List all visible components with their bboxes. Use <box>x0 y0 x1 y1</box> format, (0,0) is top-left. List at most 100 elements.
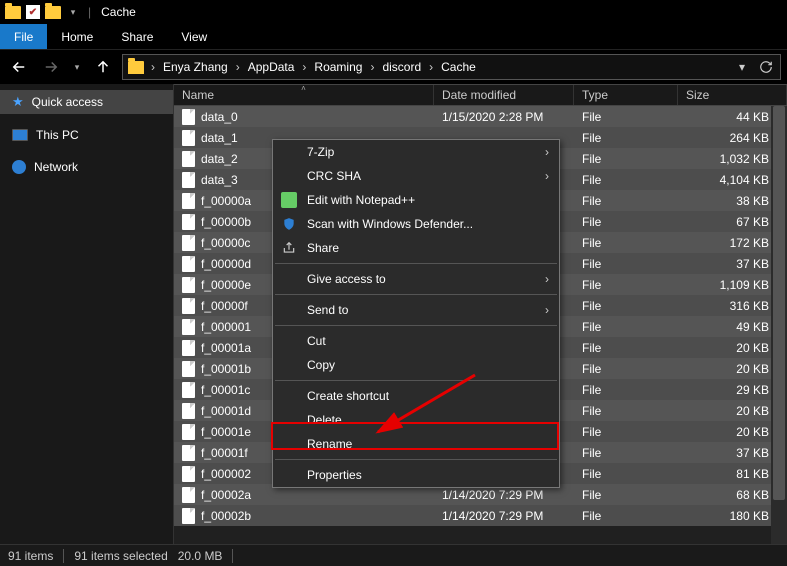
file-name: f_00000e <box>201 278 251 292</box>
status-item-count: 91 items <box>8 549 53 563</box>
ctx-label: Edit with Notepad++ <box>307 193 415 207</box>
window-title: Cache <box>101 5 136 19</box>
address-dropdown-icon[interactable]: ▾ <box>732 57 752 77</box>
file-name: data_2 <box>201 152 238 166</box>
tab-file[interactable]: File <box>0 24 47 49</box>
file-icon <box>182 256 195 272</box>
ctx-copy[interactable]: Copy <box>273 353 559 377</box>
file-name: f_00001e <box>201 425 251 439</box>
file-icon <box>182 445 195 461</box>
table-row[interactable]: f_00002b1/14/2020 7:29 PMFile180 KB <box>174 505 787 526</box>
file-name: data_0 <box>201 110 238 124</box>
ctx-rename[interactable]: Rename <box>273 432 559 456</box>
cell-type: File <box>574 215 678 229</box>
file-name: data_1 <box>201 131 238 145</box>
nav-back-button[interactable] <box>6 54 32 80</box>
breadcrumb-seg[interactable]: Roaming <box>310 55 366 79</box>
notepad-icon <box>281 192 297 208</box>
breadcrumb-seg[interactable]: discord <box>378 55 425 79</box>
file-name: f_00001c <box>201 383 250 397</box>
separator <box>275 294 557 295</box>
column-header-name[interactable]: Name ˄ <box>174 85 434 105</box>
cell-type: File <box>574 383 678 397</box>
ctx-label: 7-Zip <box>307 145 334 159</box>
file-name: f_000001 <box>201 320 251 334</box>
tab-share[interactable]: Share <box>107 24 167 49</box>
table-row[interactable]: data_01/15/2020 2:28 PMFile44 KB <box>174 106 787 127</box>
ctx-7zip[interactable]: 7-Zip › <box>273 140 559 164</box>
ctx-share[interactable]: Share <box>273 236 559 260</box>
cell-name: f_00002b <box>174 508 434 524</box>
cell-type: File <box>574 173 678 187</box>
ctx-label: Share <box>307 241 339 255</box>
ctx-delete[interactable]: Delete <box>273 408 559 432</box>
tab-home[interactable]: Home <box>47 24 107 49</box>
column-header-label: Name <box>182 88 214 102</box>
cell-date: 1/15/2020 2:28 PM <box>434 110 574 124</box>
scrollbar[interactable] <box>771 106 787 544</box>
column-header-date[interactable]: Date modified <box>434 85 574 105</box>
cell-type: File <box>574 152 678 166</box>
ribbon: File Home Share View <box>0 24 787 50</box>
chevron-right-icon: › <box>545 169 549 183</box>
cell-type: File <box>574 299 678 313</box>
breadcrumb-seg[interactable]: Enya Zhang <box>159 55 232 79</box>
ctx-label: CRC SHA <box>307 169 361 183</box>
file-icon <box>182 361 195 377</box>
column-header-size[interactable]: Size <box>678 85 787 105</box>
ctx-crc-sha[interactable]: CRC SHA › <box>273 164 559 188</box>
ctx-edit-notepadpp[interactable]: Edit with Notepad++ <box>273 188 559 212</box>
address-bar[interactable]: › Enya Zhang › AppData › Roaming › disco… <box>122 54 781 80</box>
cell-type: File <box>574 446 678 460</box>
cell-date: 1/14/2020 7:29 PM <box>434 488 574 502</box>
folder-icon <box>4 3 22 21</box>
sidebar-item-this-pc[interactable]: This PC <box>0 124 173 146</box>
separator <box>63 549 64 563</box>
separator <box>275 325 557 326</box>
ctx-send-to[interactable]: Send to › <box>273 298 559 322</box>
file-icon <box>182 382 195 398</box>
ctx-properties[interactable]: Properties <box>273 463 559 487</box>
dropdown-icon[interactable]: ▾ <box>64 3 82 21</box>
chevron-right-icon[interactable]: › <box>427 60 435 74</box>
ctx-give-access-to[interactable]: Give access to › <box>273 267 559 291</box>
ctx-create-shortcut[interactable]: Create shortcut <box>273 384 559 408</box>
tab-view[interactable]: View <box>167 24 221 49</box>
cell-type: File <box>574 425 678 439</box>
shield-icon <box>281 216 297 232</box>
chevron-right-icon: › <box>545 272 549 286</box>
quick-access-check-icon[interactable]: ✔ <box>24 3 42 21</box>
cell-type: File <box>574 341 678 355</box>
sidebar-item-quick-access[interactable]: ★ Quick access <box>0 90 173 114</box>
cell-date: 1/14/2020 7:29 PM <box>434 509 574 523</box>
ctx-scan-defender[interactable]: Scan with Windows Defender... <box>273 212 559 236</box>
sidebar: ★ Quick access This PC Network <box>0 84 174 544</box>
separator <box>275 459 557 460</box>
ctx-label: Copy <box>307 358 335 372</box>
nav-up-button[interactable] <box>90 54 116 80</box>
chevron-right-icon[interactable]: › <box>234 60 242 74</box>
file-icon <box>182 319 195 335</box>
chevron-right-icon[interactable]: › <box>368 60 376 74</box>
network-icon <box>12 160 26 174</box>
sidebar-item-label: This PC <box>36 128 79 142</box>
cell-type: File <box>574 320 678 334</box>
column-header-type[interactable]: Type <box>574 85 678 105</box>
ctx-cut[interactable]: Cut <box>273 329 559 353</box>
breadcrumb-seg[interactable]: Cache <box>437 55 480 79</box>
separator <box>232 549 233 563</box>
chevron-right-icon[interactable]: › <box>149 60 157 74</box>
title-bar: ✔ ▾ | Cache <box>0 0 787 24</box>
nav-forward-button[interactable] <box>38 54 64 80</box>
file-icon <box>182 193 195 209</box>
separator <box>275 380 557 381</box>
nav-history-dropdown[interactable]: ▾ <box>70 54 84 80</box>
cell-type: File <box>574 131 678 145</box>
file-name: f_00001a <box>201 341 251 355</box>
chevron-right-icon[interactable]: › <box>300 60 308 74</box>
sidebar-item-network[interactable]: Network <box>0 156 173 178</box>
breadcrumb-seg[interactable]: AppData <box>244 55 299 79</box>
scroll-thumb[interactable] <box>773 106 785 500</box>
cell-name: f_00002a <box>174 487 434 503</box>
refresh-icon[interactable] <box>756 57 776 77</box>
